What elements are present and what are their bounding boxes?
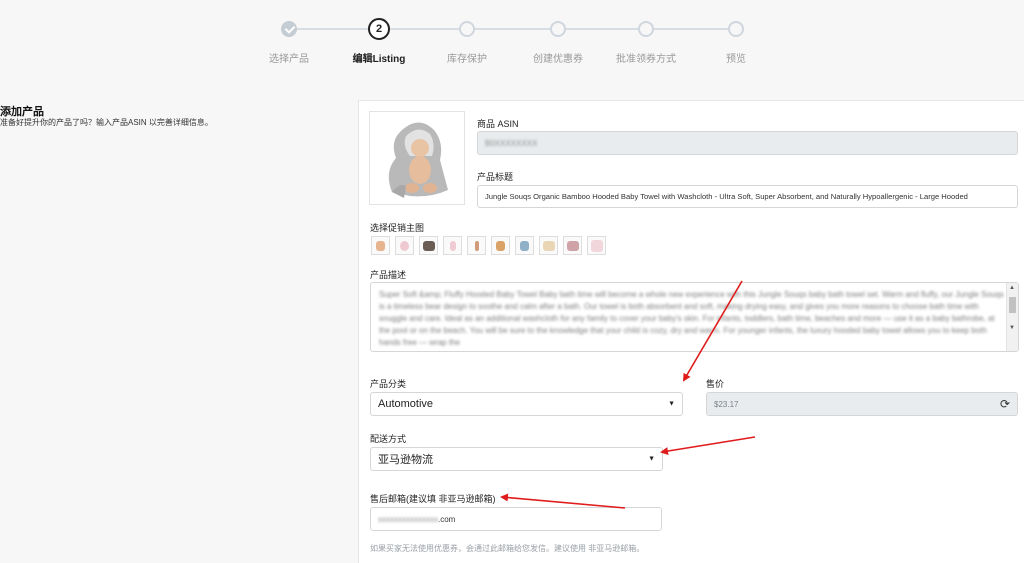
gallery-thumb[interactable]: [539, 236, 558, 255]
title-label: 产品标题: [477, 172, 514, 182]
gallery-thumb[interactable]: [395, 236, 414, 255]
category-label: 产品分类: [370, 379, 407, 389]
step-3-indicator[interactable]: [459, 21, 475, 37]
gallery-label: 选择促销主图: [370, 223, 425, 233]
step-connector: [388, 28, 461, 30]
step-connector: [475, 28, 552, 30]
step-1-check-icon[interactable]: [281, 21, 297, 37]
step-connector: [654, 28, 728, 30]
email-suffix: .com: [438, 514, 456, 524]
product-description-textarea[interactable]: Super Soft &amp; Fluffy Hooded Baby Towe…: [370, 282, 1019, 352]
title-value: Jungle Souqs Organic Bamboo Hooded Baby …: [485, 192, 968, 201]
step-5-indicator[interactable]: [638, 21, 654, 37]
step-6-indicator[interactable]: [728, 21, 744, 37]
step-4-indicator[interactable]: [550, 21, 566, 37]
email-label: 售后邮箱(建议填 非亚马逊邮箱): [370, 494, 496, 504]
refresh-icon[interactable]: ⟳: [1000, 397, 1010, 411]
product-image: [369, 111, 465, 205]
price-label: 售价: [706, 379, 725, 389]
email-masked: xxxxxxxxxxxxxxx: [378, 514, 438, 524]
gallery-thumb[interactable]: [515, 236, 534, 255]
description-label: 产品描述: [370, 270, 407, 280]
product-title-input[interactable]: Jungle Souqs Organic Bamboo Hooded Baby …: [477, 185, 1018, 208]
baby-towel-image-icon: [388, 122, 448, 198]
product-form-panel: 商品 ASIN B0XXXXXXXX 产品标题 Jungle Souqs Org…: [358, 100, 1024, 563]
promo-image-gallery: [371, 236, 606, 255]
step-label-edit-listing[interactable]: 编辑Listing: [334, 50, 424, 65]
scroll-up-icon[interactable]: ▲: [1009, 285, 1015, 291]
email-hint: 如果买家无法使用优惠券，会通过此邮箱给您发信。建议使用 非亚马逊邮箱。: [370, 544, 645, 553]
gallery-thumb[interactable]: [587, 236, 606, 255]
scroll-down-icon[interactable]: ▼: [1009, 325, 1015, 331]
price-value: $23.17: [714, 399, 739, 409]
chevron-down-icon: ▼: [668, 400, 675, 408]
section-subtitle: 准备好提升你的产品了吗？输入产品ASIN 以完善详细信息。: [0, 118, 213, 127]
description-value: Super Soft &amp; Fluffy Hooded Baby Towe…: [379, 290, 1004, 347]
step-label-claim-method[interactable]: 批准领券方式: [601, 50, 691, 65]
asin-field[interactable]: B0XXXXXXXX: [477, 131, 1018, 155]
description-scrollbar[interactable]: ▲ ▼: [1006, 283, 1018, 351]
gallery-thumb[interactable]: [443, 236, 462, 255]
step-connector: [297, 28, 370, 30]
step-2-indicator[interactable]: 2: [368, 18, 390, 40]
step-label-inventory[interactable]: 库存保护: [422, 50, 512, 65]
category-value: Automotive: [378, 398, 434, 410]
gallery-thumb[interactable]: [419, 236, 438, 255]
scroll-thumb[interactable]: [1009, 297, 1016, 313]
gallery-thumb[interactable]: [563, 236, 582, 255]
shipping-select[interactable]: 亚马逊物流 ▼: [370, 447, 663, 471]
progress-stepper: 2 选择产品 编辑Listing 库存保护 创建优惠券 批准领券方式 预览: [0, 18, 1024, 68]
asin-value: B0XXXXXXXX: [485, 138, 538, 148]
step-label-select-product[interactable]: 选择产品: [244, 50, 334, 65]
shipping-value: 亚马逊物流: [378, 454, 433, 466]
support-email-input[interactable]: xxxxxxxxxxxxxxx .com: [370, 507, 662, 531]
shipping-label: 配送方式: [370, 434, 407, 444]
price-field[interactable]: $23.17 ⟳: [706, 392, 1018, 416]
asin-label: 商品 ASIN: [477, 119, 519, 129]
step-connector: [566, 28, 640, 30]
chevron-down-icon: ▼: [648, 455, 655, 463]
step-label-coupon[interactable]: 创建优惠券: [513, 50, 603, 65]
category-select[interactable]: Automotive ▼: [370, 392, 683, 416]
gallery-thumb[interactable]: [491, 236, 510, 255]
gallery-thumb[interactable]: [371, 236, 390, 255]
step-label-preview[interactable]: 预览: [691, 50, 781, 65]
gallery-thumb[interactable]: [467, 236, 486, 255]
